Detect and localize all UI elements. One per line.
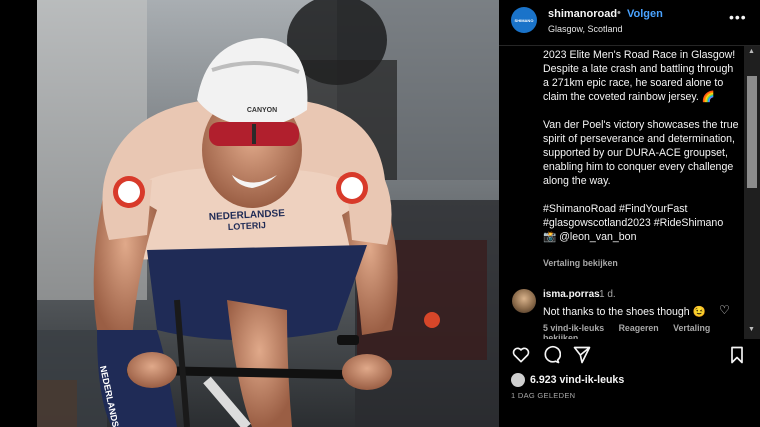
caption-paragraph: Van der Poel's victory showcases the tru… <box>543 119 739 187</box>
comment-likes-count[interactable]: 5 vind-ik-leuks <box>543 323 604 333</box>
follow-button[interactable]: Volgen <box>627 8 663 20</box>
comment-username[interactable]: isma.porras <box>543 289 600 300</box>
comment-meta: 5 vind-ik-leuks Reageren Vertaling bekij… <box>543 323 744 339</box>
account-avatar[interactable]: SHIMANO <box>511 7 537 33</box>
likes-count[interactable]: 6.923 vind-ik-leuks <box>530 374 624 386</box>
separator-dot: • <box>617 7 621 19</box>
post-actions <box>499 345 760 369</box>
cyclist-image: CANYON NEDERLANDSE LOTERIJ NEDERLANDSE <box>37 0 499 427</box>
account-username[interactable]: shimanoroad <box>548 8 617 20</box>
comment-reply-button[interactable]: Reageren <box>619 323 659 333</box>
scroll-up-icon[interactable]: ▲ <box>748 48 755 55</box>
likes-row: 6.923 vind-ik-leuks <box>511 372 624 388</box>
liker-avatar[interactable] <box>511 373 525 387</box>
comment-time: 1 d. <box>599 289 616 300</box>
more-options-icon[interactable]: ••• <box>729 9 747 25</box>
post-photo: CANYON NEDERLANDSE LOTERIJ NEDERLANDSE › <box>37 0 499 427</box>
comment-icon[interactable] <box>541 345 561 365</box>
scroll-down-icon[interactable]: ▼ <box>748 326 755 333</box>
comments-scroll-area[interactable]: 2023 Elite Men's Road Race in Glasgow! D… <box>499 46 744 339</box>
post-date: 1 DAG GELEDEN <box>511 391 576 400</box>
comment-avatar[interactable] <box>512 289 536 313</box>
caption-hashtags[interactable]: #ShimanoRoad #FindYourFast #glasgowscotl… <box>543 202 739 244</box>
jersey-text-line2: LOTERIJ <box>228 220 266 232</box>
caption-paragraph: 2023 Elite Men's Road Race in Glasgow! D… <box>543 49 736 103</box>
comment-text: Not thanks to the shoes though 😉 <box>543 306 706 318</box>
helmet-brand: CANYON <box>247 107 277 114</box>
send-icon[interactable] <box>572 345 592 365</box>
comment-heart-icon[interactable]: ♡ <box>719 303 730 317</box>
post-sidebar: SHIMANO shimanoroad • Volgen Glasgow, Sc… <box>499 0 760 427</box>
heart-icon[interactable] <box>511 345 531 365</box>
scrollbar-thumb[interactable] <box>747 76 757 188</box>
see-translation-link[interactable]: Vertaling bekijken <box>543 258 618 268</box>
post-header: SHIMANO shimanoroad • Volgen Glasgow, Sc… <box>499 0 760 46</box>
bookmark-icon[interactable] <box>727 345 747 365</box>
post-location[interactable]: Glasgow, Scotland <box>548 24 623 34</box>
avatar-logo-text: SHIMANO <box>514 17 534 23</box>
post-caption: 2023 Elite Men's Road Race in Glasgow! D… <box>543 48 739 246</box>
scrollbar[interactable]: ▲ ▼ <box>744 46 760 339</box>
